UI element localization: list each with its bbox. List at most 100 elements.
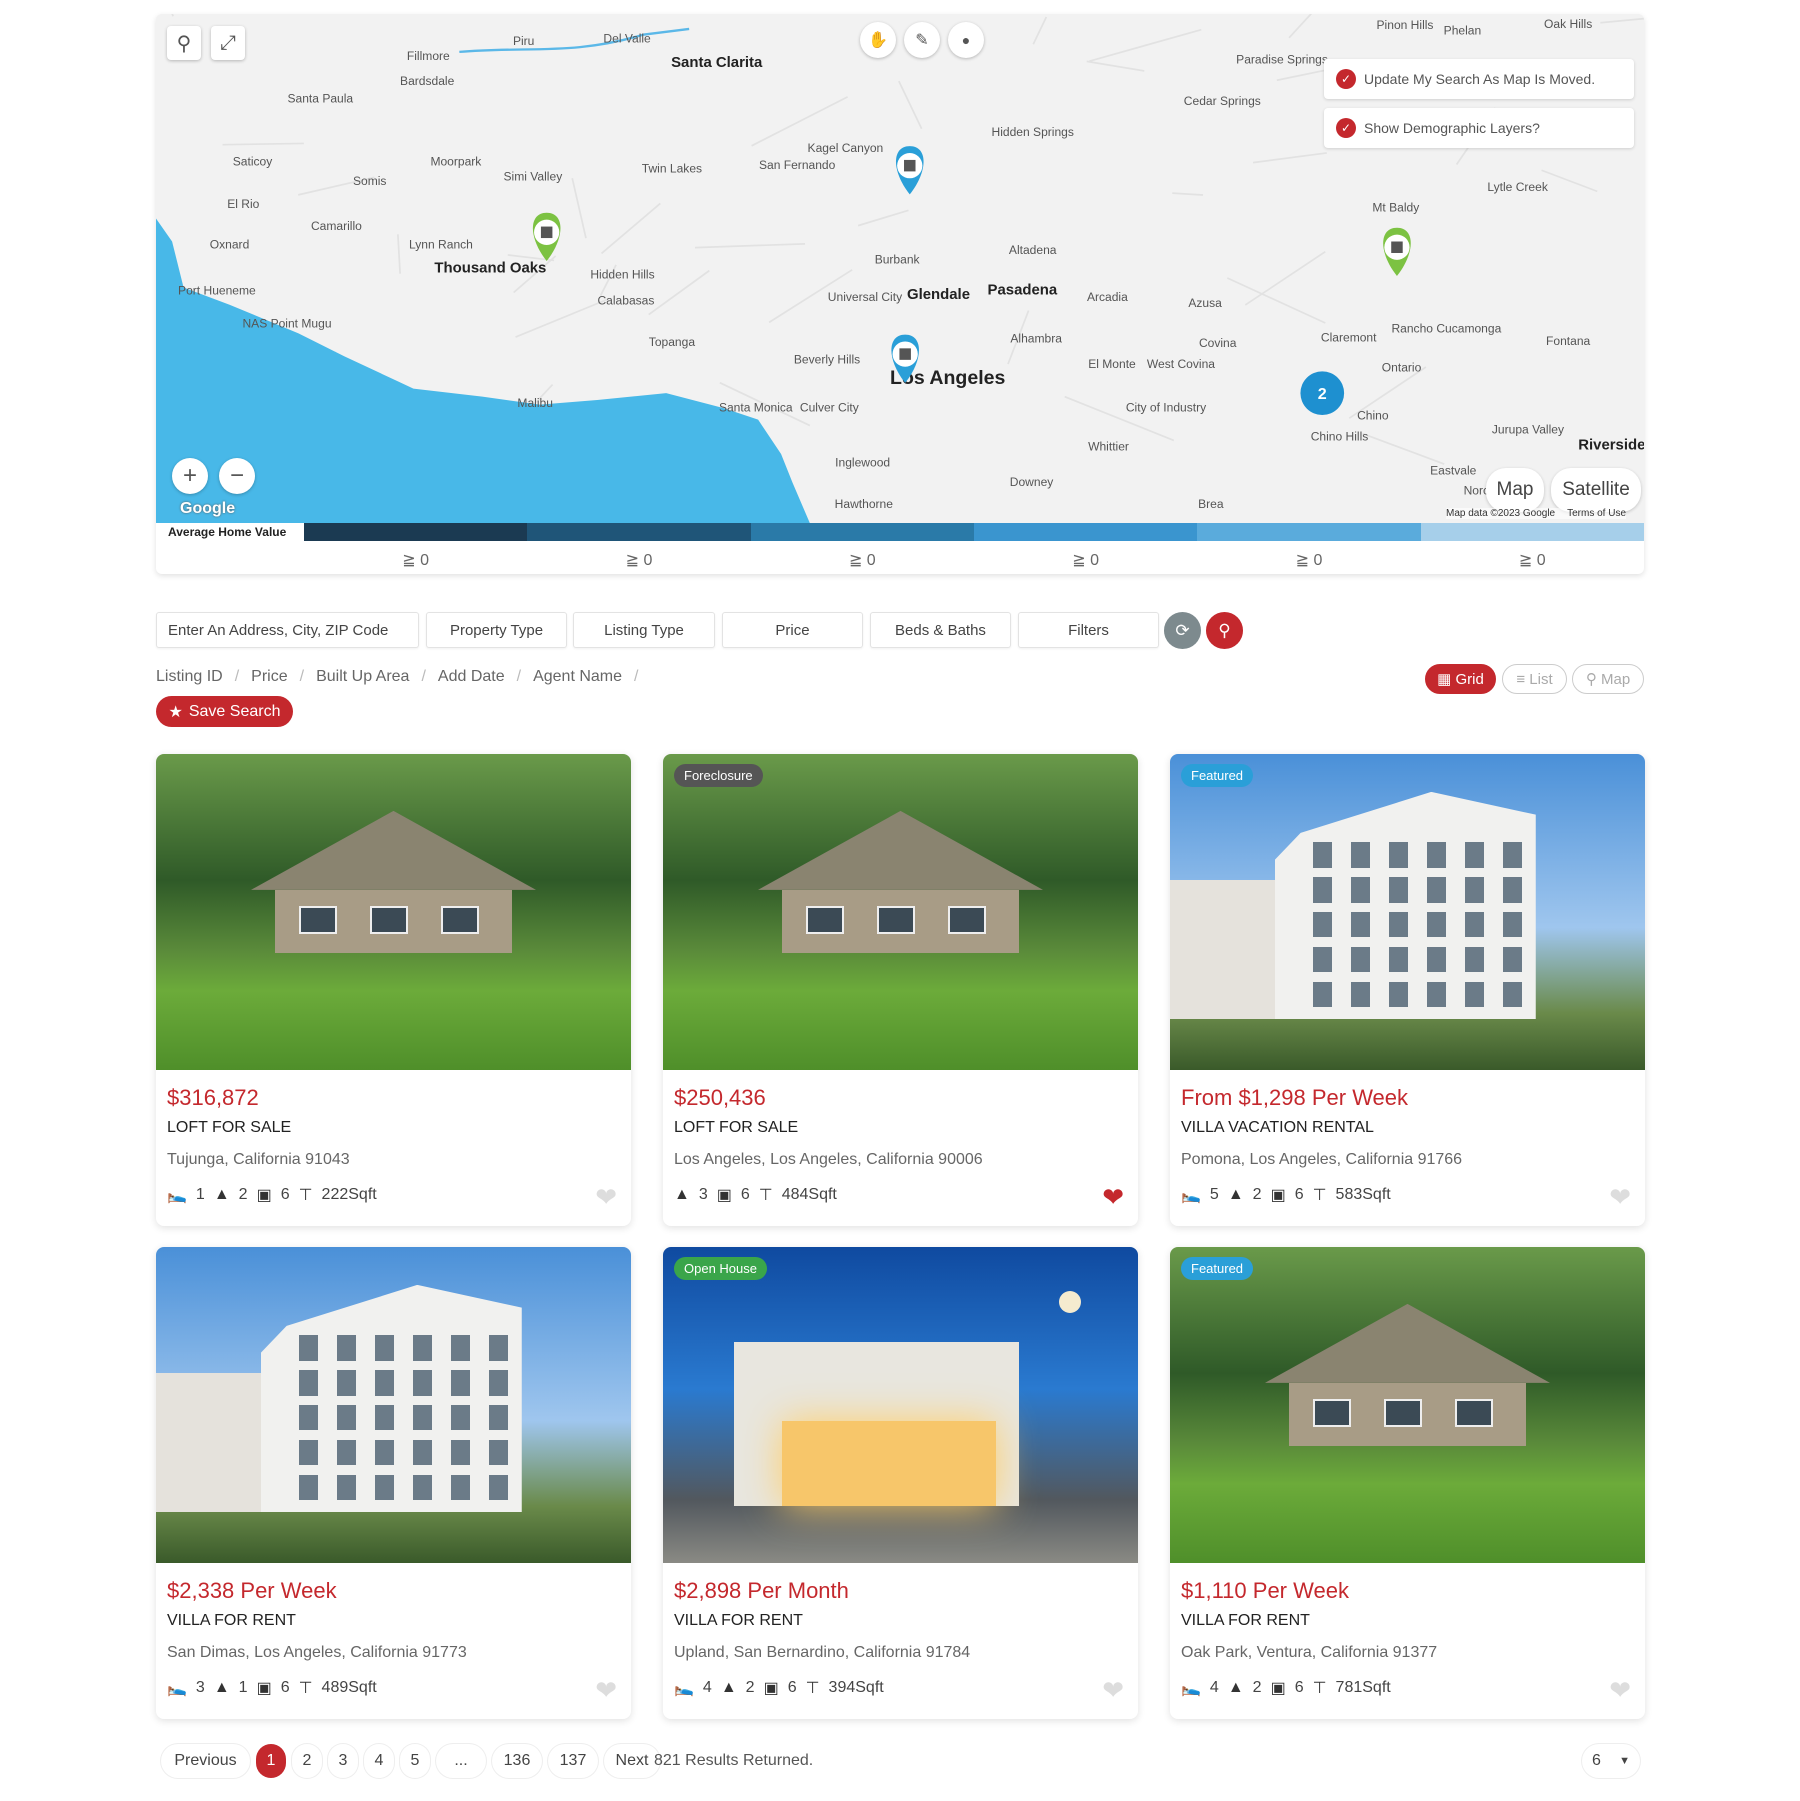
- map-label: Somis: [353, 174, 386, 188]
- garage-count: 6: [788, 1679, 797, 1697]
- shower-icon: ▲: [674, 1186, 690, 1204]
- separator: /: [235, 668, 239, 686]
- pan-tool-button[interactable]: ✋: [860, 22, 896, 58]
- listing-price[interactable]: $316,872: [167, 1085, 259, 1111]
- sort-option[interactable]: Add Date: [438, 668, 505, 686]
- update-search-toggle[interactable]: ✓ Update My Search As Map Is Moved.: [1324, 59, 1634, 99]
- demographic-layers-toggle[interactable]: ✓ Show Demographic Layers?: [1324, 108, 1634, 148]
- garage-count: 6: [1295, 1186, 1304, 1204]
- listing-card[interactable]: Featured $1,110 Per Week VILLA FOR RENT Oak…: [1170, 1247, 1645, 1719]
- favorite-heart-icon[interactable]: ❤: [1609, 1675, 1631, 1706]
- map-label: Universal City: [828, 290, 902, 304]
- grid-view-button[interactable]: ▦ Grid: [1425, 664, 1496, 694]
- page-button[interactable]: 4: [364, 1744, 394, 1778]
- property-type-dropdown[interactable]: Property Type: [426, 612, 567, 648]
- listing-price[interactable]: From $1,298 Per Week: [1181, 1085, 1408, 1111]
- listing-price[interactable]: $2,338 Per Week: [167, 1578, 337, 1604]
- favorite-heart-icon[interactable]: ❤: [1609, 1182, 1631, 1213]
- area-icon: ⊤: [299, 1678, 313, 1698]
- listing-card[interactable]: $2,338 Per Week VILLA FOR RENT San Dimas, …: [156, 1247, 631, 1719]
- area-icon: ⊤: [1313, 1185, 1327, 1205]
- listing-badge: Foreclosure: [674, 764, 763, 787]
- shower-icon: ▲: [214, 1186, 230, 1204]
- garage-count: 6: [281, 1679, 290, 1697]
- property-photo[interactable]: [1170, 754, 1645, 1070]
- map-label: Saticoy: [233, 155, 273, 169]
- listing-card[interactable]: Featured From $1,298 Per Week VILLA VACATI…: [1170, 754, 1645, 1226]
- map-label: Fontana: [1546, 334, 1591, 348]
- circle-tool-button[interactable]: ●: [948, 22, 984, 58]
- map-view-button[interactable]: ⚲ Map: [1572, 664, 1644, 694]
- terms-link[interactable]: Terms of Use: [1567, 508, 1626, 519]
- zoom-in-button[interactable]: +: [172, 458, 208, 494]
- page-button[interactable]: 2: [292, 1744, 322, 1778]
- draw-tool-button[interactable]: ✎: [904, 22, 940, 58]
- listing-price[interactable]: $1,110 Per Week: [1181, 1578, 1349, 1604]
- listing-badge: Featured: [1181, 1257, 1253, 1280]
- page-button[interactable]: ...: [436, 1744, 486, 1778]
- previous-button[interactable]: Previous: [161, 1744, 250, 1778]
- property-photo[interactable]: [1170, 1247, 1645, 1563]
- page-button[interactable]: 136: [492, 1744, 542, 1778]
- sort-option[interactable]: Listing ID: [156, 668, 223, 686]
- page-button[interactable]: 1: [256, 1744, 286, 1778]
- legend-value: ≧ 0: [527, 550, 750, 570]
- pen-icon: ✎: [915, 30, 928, 50]
- favorite-heart-icon[interactable]: ❤: [1102, 1182, 1124, 1213]
- search-button[interactable]: ⚲: [1206, 612, 1243, 649]
- favorite-heart-icon[interactable]: ❤: [595, 1675, 617, 1706]
- search-map-button[interactable]: ⚲: [167, 26, 201, 60]
- map-label: Hidden Springs: [992, 125, 1074, 139]
- sort-option[interactable]: Built Up Area: [316, 668, 409, 686]
- property-photo[interactable]: [156, 1247, 631, 1563]
- address-input[interactable]: Enter An Address, City, ZIP Code: [156, 612, 419, 648]
- area-value: 583Sqft: [1336, 1186, 1391, 1204]
- listing-card[interactable]: $316,872 LOFT FOR SALE Tujunga, California…: [156, 754, 631, 1226]
- map-label: Oak Hills: [1544, 17, 1592, 31]
- baths-count: 1: [239, 1679, 248, 1697]
- listing-features: 🛌 4 ▲ 2 ▣ 6 ⊤ 394Sqft: [674, 1678, 884, 1698]
- property-photo[interactable]: [156, 754, 631, 1070]
- listing-address: Upland, San Bernardino, California 91784: [674, 1644, 970, 1662]
- next-button[interactable]: Next: [604, 1744, 660, 1778]
- listing-card[interactable]: Foreclosure $250,436 LOFT FOR SALE Los Ange…: [663, 754, 1138, 1226]
- zoom-out-button[interactable]: −: [219, 458, 255, 494]
- map-type-satellite-button[interactable]: Satellite: [1551, 468, 1641, 512]
- favorite-heart-icon[interactable]: ❤: [595, 1182, 617, 1213]
- beds-count: 4: [703, 1679, 712, 1697]
- listing-type-dropdown[interactable]: Listing Type: [573, 612, 715, 648]
- page-button[interactable]: 5: [400, 1744, 430, 1778]
- page-button[interactable]: 137: [548, 1744, 598, 1778]
- list-icon: ≡: [1516, 671, 1525, 688]
- reset-button[interactable]: ⟳: [1164, 612, 1201, 649]
- property-photo[interactable]: [663, 754, 1138, 1070]
- property-photo[interactable]: [663, 1247, 1138, 1563]
- listing-price[interactable]: $250,436: [674, 1085, 766, 1111]
- beds-count: 4: [1210, 1679, 1219, 1697]
- per-page-select[interactable]: 6 ▼: [1582, 1744, 1640, 1778]
- listing-card[interactable]: Open House $2,898 Per Month VILLA FOR RENT…: [663, 1247, 1138, 1719]
- baths-count: 2: [1253, 1679, 1262, 1697]
- shower-icon: ▲: [214, 1679, 230, 1697]
- page-button[interactable]: 3: [328, 1744, 358, 1778]
- area-value: 222Sqft: [322, 1186, 377, 1204]
- listing-address: San Dimas, Los Angeles, California 91773: [167, 1644, 467, 1662]
- price-dropdown[interactable]: Price: [722, 612, 863, 648]
- filters-dropdown[interactable]: Filters: [1018, 612, 1159, 648]
- sort-option[interactable]: Agent Name: [533, 668, 622, 686]
- map[interactable]: Santa Clarita Thousand Oaks Glendale Pasade…: [156, 14, 1644, 523]
- map-type-map-button[interactable]: Map: [1486, 468, 1544, 512]
- list-view-button[interactable]: ≡ List: [1502, 664, 1567, 694]
- favorite-heart-icon[interactable]: ❤: [1102, 1675, 1124, 1706]
- bed-icon: 🛌: [1181, 1678, 1201, 1698]
- listing-address: Oak Park, Ventura, California 91377: [1181, 1644, 1437, 1662]
- beds-baths-dropdown[interactable]: Beds & Baths: [870, 612, 1011, 648]
- listing-price[interactable]: $2,898 Per Month: [674, 1578, 849, 1604]
- listing-type: VILLA FOR RENT: [674, 1612, 803, 1630]
- shower-icon: ▲: [721, 1679, 737, 1697]
- save-search-button[interactable]: ★ Save Search: [156, 696, 293, 727]
- map-label: Kagel Canyon: [808, 141, 884, 155]
- sort-option[interactable]: Price: [251, 668, 287, 686]
- area-value: 484Sqft: [782, 1186, 837, 1204]
- fullscreen-button[interactable]: ⤢: [211, 26, 245, 60]
